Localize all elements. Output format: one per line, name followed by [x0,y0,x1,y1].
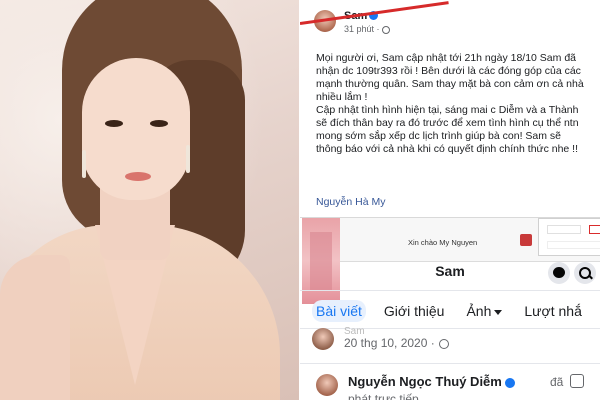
post-time-text[interactable]: 31 phút · [344,24,380,34]
post-avatar[interactable] [316,374,338,396]
tab-mentions[interactable]: Lượt nhắ [520,300,585,322]
divider [300,363,600,364]
earring-right-icon [186,145,190,173]
photo-eye-right [150,120,168,127]
add-icon[interactable] [570,374,584,388]
tab-posts[interactable]: Bài viết [312,300,366,322]
post-avatar[interactable] [312,328,334,350]
search-icon[interactable] [574,262,596,284]
globe-icon [438,338,449,349]
row-suffix: đã [550,375,564,389]
blurred-avatar [302,218,340,304]
post-paragraph: Mọi người ơi, Sam cập nhật tới 21h ngày … [316,52,584,103]
website-strip: Xin chào My Nguyen [340,218,600,262]
tagged-user-link[interactable]: Nguyễn Hà My [316,196,385,208]
photo-shoulder [0,255,70,400]
row-date-text[interactable]: 20 thg 10, 2020 · [344,336,435,350]
messenger-icon[interactable] [548,262,570,284]
login-button-highlighted[interactable] [589,225,600,234]
tab-about[interactable]: Giới thiệu [380,300,449,322]
profile-post-row-live[interactable]: Nguyễn Ngọc Thuý Diễm đã phát trực tiếp [312,370,600,400]
profile-tabs: Bài viết Giới thiệu Ảnh Lượt nhắ [312,300,586,322]
site-logo-icon [520,234,532,246]
row-author-name[interactable]: Nguyễn Ngọc Thuý Diễm [348,374,502,389]
post-paragraph: Cập nhật tình hình hiện tại, sáng mai c … [316,104,579,155]
earring-left-icon [82,150,86,178]
profile-post-row[interactable]: Sam 20 thg 10, 2020 · [312,326,592,356]
photo-eye-left [105,120,123,127]
facebook-post: Sam 31 phút · Mọi người ơi, Sam cập nhật… [300,0,600,218]
greeting-text: Xin chào My Nguyen [408,238,478,247]
row-author[interactable]: Nguyễn Ngọc Thuý Diễm [348,374,515,389]
portrait-photo [0,0,300,400]
post-body: Mọi người ơi, Sam cập nhật tới 21h ngày … [316,52,588,156]
tab-photos[interactable]: Ảnh [462,300,506,322]
login-field-2[interactable] [547,241,600,249]
chevron-down-icon [494,309,503,315]
facebook-profile: Xin chào My Nguyen Sam Bài viết Giới thi… [300,218,600,400]
verified-badge-icon [504,377,515,388]
row-date[interactable]: 20 thg 10, 2020 · [344,336,449,350]
login-field[interactable] [547,225,581,234]
globe-icon [381,25,390,34]
photo-lips [125,172,151,181]
row-status: phát trực tiếp [348,392,419,400]
divider [300,290,600,291]
tab-photos-label: Ảnh [466,303,492,319]
post-time[interactable]: 31 phút · [344,24,390,34]
login-popup [538,218,600,256]
blurred-inner [310,232,332,290]
